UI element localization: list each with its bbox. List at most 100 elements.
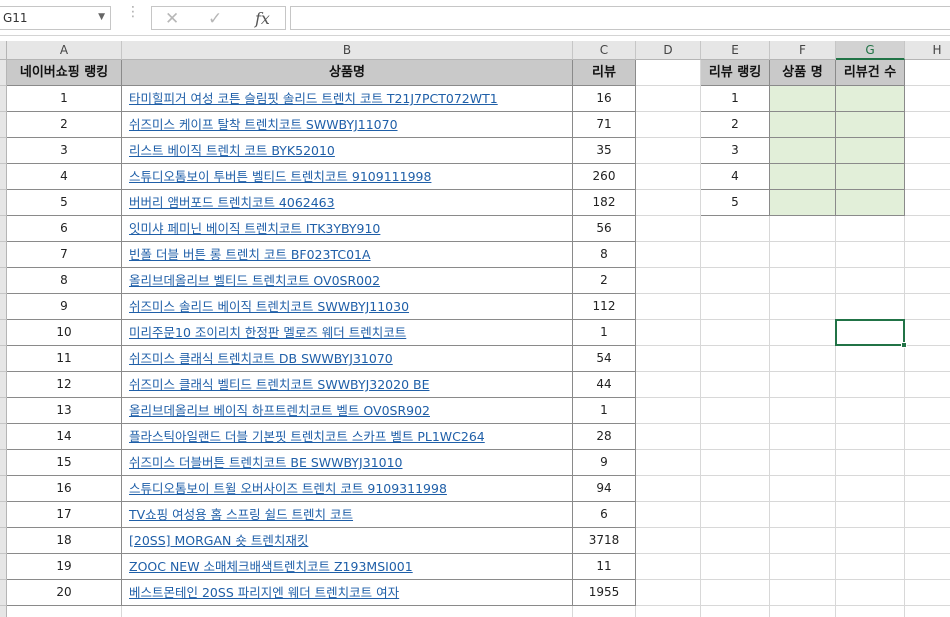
product-name-cell[interactable]: 쉬즈미스 클래식 벨티드 트렌치코트 SWWBYJ32020 BE <box>122 372 573 398</box>
grid-cell[interactable] <box>770 242 836 268</box>
product-link[interactable]: 스튜디오톰보이 투버튼 벨티드 트렌치코트 9109111998 <box>122 169 431 184</box>
grid-cell[interactable] <box>701 320 770 346</box>
row-header[interactable] <box>0 450 7 476</box>
grid-cell[interactable] <box>636 138 701 164</box>
row-header[interactable] <box>0 164 7 190</box>
review-count-cell[interactable]: 1 <box>573 398 636 424</box>
row-header[interactable] <box>0 554 7 580</box>
grid-cell[interactable] <box>701 242 770 268</box>
grid-cell[interactable] <box>636 190 701 216</box>
rank-cell[interactable]: 1 <box>7 86 122 112</box>
grid-cell[interactable] <box>636 242 701 268</box>
review-count-cell[interactable]: 94 <box>573 476 636 502</box>
grid-cell[interactable] <box>636 424 701 450</box>
product-name-cell[interactable]: 쉬즈미스 더블버튼 트렌치코트 BE SWWBYJ31010 <box>122 450 573 476</box>
grid-cell[interactable] <box>770 268 836 294</box>
review-count-cell[interactable]: 71 <box>573 112 636 138</box>
grid-cell[interactable] <box>636 580 701 606</box>
grid-cell[interactable] <box>770 554 836 580</box>
product-name-cell[interactable]: 쉬즈미스 케이프 탈착 트렌치코트 SWWBYJ11070 <box>122 112 573 138</box>
grid-cell[interactable] <box>905 346 950 372</box>
grid-cell[interactable] <box>905 554 950 580</box>
product-link[interactable]: 스튜디오톰보이 트윌 오버사이즈 트렌치 코트 9109311998 <box>122 481 447 496</box>
grid-cell[interactable] <box>905 320 950 346</box>
grid-cell[interactable] <box>905 606 950 617</box>
review-count-input-cell[interactable] <box>836 138 905 164</box>
product-name-cell[interactable]: 올리브데올리브 벨티드 트렌치코트 OV0SR002 <box>122 268 573 294</box>
grid-cell[interactable] <box>636 398 701 424</box>
row-header[interactable] <box>0 502 7 528</box>
product-name-cell[interactable]: [20SS] MORGAN 숏 트렌치재킷 <box>122 528 573 554</box>
grid-cell[interactable] <box>770 502 836 528</box>
grid-cell[interactable] <box>905 86 950 112</box>
insert-function-icon[interactable]: fx <box>255 9 270 28</box>
rank-cell[interactable]: 15 <box>7 450 122 476</box>
grid-cell[interactable] <box>770 320 836 346</box>
grid-cell[interactable] <box>836 398 905 424</box>
product-link[interactable]: 버버리 앰버포드 트렌치코트 4062463 <box>122 195 335 210</box>
product-link[interactable]: 쉬즈미스 솔리드 베이직 트렌치코트 SWWBYJ11030 <box>122 299 409 314</box>
formula-input[interactable] <box>290 6 950 30</box>
grid-cell[interactable] <box>836 528 905 554</box>
column-header-e[interactable]: E <box>701 41 770 60</box>
column-header-a[interactable]: A <box>7 41 122 60</box>
rank-cell[interactable]: 14 <box>7 424 122 450</box>
product-link[interactable]: 타미힐피거 여성 코튼 슬림핏 솔리드 트렌치 코트 T21J7PCT072WT… <box>122 91 498 106</box>
product-name-input-cell[interactable] <box>770 112 836 138</box>
grid-cell[interactable] <box>836 450 905 476</box>
grid-cell[interactable] <box>905 450 950 476</box>
side-table-header[interactable]: 상품 명 <box>770 60 836 86</box>
product-link[interactable]: 잇미샤 페미닌 베이직 트렌치코트 ITK3YBY910 <box>122 221 380 236</box>
product-name-cell[interactable]: 빈폴 더블 버튼 롱 트렌치 코트 BF023TC01A <box>122 242 573 268</box>
grid-cell[interactable] <box>905 112 950 138</box>
review-rank-cell[interactable]: 1 <box>701 86 770 112</box>
grid-cell[interactable] <box>701 268 770 294</box>
row-header[interactable] <box>0 242 7 268</box>
grid-cell[interactable] <box>636 450 701 476</box>
product-link[interactable]: 올리브데올리브 베이직 하프트렌치코트 벨트 OV0SR902 <box>122 403 430 418</box>
product-name-cell[interactable]: TV쇼핑 여성용 홈 스프링 쉴드 트렌치 코트 <box>122 502 573 528</box>
row-header[interactable] <box>0 112 7 138</box>
grid-cell[interactable] <box>836 502 905 528</box>
row-header[interactable] <box>0 528 7 554</box>
product-link[interactable]: 미리주문10 조이리치 한정판 멜로즈 웨더 트렌치코트 <box>122 325 406 340</box>
review-count-cell[interactable]: 44 <box>573 372 636 398</box>
product-link[interactable]: 리스트 베이직 트렌치 코트 BYK52010 <box>122 143 335 158</box>
rank-cell[interactable]: 8 <box>7 268 122 294</box>
grid-cell[interactable] <box>701 398 770 424</box>
grid-cell[interactable] <box>905 138 950 164</box>
grid-cell[interactable] <box>905 502 950 528</box>
review-count-cell[interactable]: 56 <box>573 216 636 242</box>
review-count-cell[interactable]: 260 <box>573 164 636 190</box>
rank-cell[interactable]: 18 <box>7 528 122 554</box>
grid-cell[interactable] <box>701 502 770 528</box>
rank-cell[interactable]: 6 <box>7 216 122 242</box>
grid-cell[interactable] <box>905 294 950 320</box>
review-count-cell[interactable]: 28 <box>573 424 636 450</box>
product-name-cell[interactable]: 미리주문10 조이리치 한정판 멜로즈 웨더 트렌치코트 <box>122 320 573 346</box>
rank-cell[interactable]: 20 <box>7 580 122 606</box>
grid-cell[interactable] <box>122 606 573 617</box>
grid-cell[interactable] <box>770 216 836 242</box>
row-header[interactable] <box>0 320 7 346</box>
grid-cell[interactable] <box>905 60 950 86</box>
grid-cell[interactable] <box>636 112 701 138</box>
product-name-cell[interactable]: 버버리 앰버포드 트렌치코트 4062463 <box>122 190 573 216</box>
grid-cell[interactable] <box>836 476 905 502</box>
column-header-h[interactable]: H <box>905 41 950 60</box>
grid-cell[interactable] <box>836 216 905 242</box>
grid-cell[interactable] <box>770 294 836 320</box>
review-count-cell[interactable]: 54 <box>573 346 636 372</box>
review-count-cell[interactable]: 2 <box>573 268 636 294</box>
review-count-cell[interactable]: 35 <box>573 138 636 164</box>
grid-cell[interactable] <box>636 60 701 86</box>
column-header-b[interactable]: B <box>122 41 573 60</box>
review-rank-cell[interactable]: 2 <box>701 112 770 138</box>
row-header[interactable] <box>0 372 7 398</box>
rank-cell[interactable]: 3 <box>7 138 122 164</box>
side-table-header[interactable]: 리뷰건 수 <box>836 60 905 86</box>
rank-cell[interactable]: 10 <box>7 320 122 346</box>
rank-cell[interactable]: 16 <box>7 476 122 502</box>
product-link[interactable]: 빈폴 더블 버튼 롱 트렌치 코트 BF023TC01A <box>122 247 371 262</box>
grid-cell[interactable] <box>636 502 701 528</box>
